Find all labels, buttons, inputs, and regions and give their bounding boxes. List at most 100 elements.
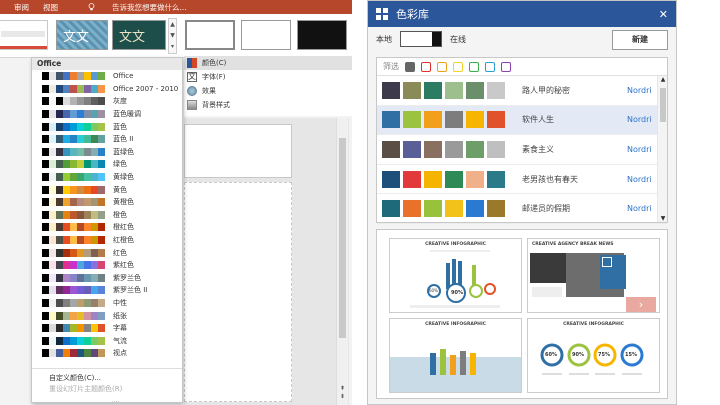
slide-placeholder[interactable] xyxy=(184,182,292,402)
filter-color-checkbox[interactable] xyxy=(453,61,463,72)
dropdown-footer: 自定义颜色(C)... 重设幻灯片主题颜色(R) .... xyxy=(32,368,182,405)
color-scheme-item[interactable]: 视点 xyxy=(32,347,182,360)
palette-cells xyxy=(382,200,505,218)
color-scheme-item[interactable]: 字幕 xyxy=(32,322,182,335)
color-scheme-item[interactable]: 中性 xyxy=(32,297,182,310)
palette-icon xyxy=(187,58,197,68)
pct-label: 90% xyxy=(451,290,463,296)
color-scheme-item[interactable]: Office xyxy=(32,70,182,83)
pct-label: 75% xyxy=(598,352,610,358)
variants-menu: 颜色(C) 文 字体(F) 效果 背景样式 xyxy=(184,56,352,116)
palette-row[interactable]: 路人甲的秘密 Nordri xyxy=(377,76,667,106)
palette-author-link[interactable]: Nordri xyxy=(627,115,652,124)
new-button[interactable]: 新建 xyxy=(612,30,668,50)
theme-thumbnail[interactable]: 文文 xyxy=(56,20,108,50)
workspace-scrollbar[interactable]: ⇞ ⇟ xyxy=(336,118,348,405)
menu-label: 字体(F) xyxy=(202,73,226,81)
menu-effects[interactable]: 效果 xyxy=(184,84,352,98)
colors-dropdown: Office Office Office 2007 - 2010 灰度 蓝色暖调 蓝色蓝… xyxy=(31,57,183,405)
color-library-panel: 色彩库 ✕ 本地 在线 新建 筛选 路人甲的秘密 Nordri 软件人生 Nordri… xyxy=(367,0,677,405)
color-scheme-name: Office xyxy=(113,72,134,81)
filter-color-checkbox[interactable] xyxy=(437,61,447,72)
tell-me-box[interactable]: 告诉我您想要做什么... xyxy=(88,2,187,13)
color-scheme-item[interactable]: 黄色 xyxy=(32,183,182,196)
color-swatches xyxy=(35,147,105,156)
palette-author-link[interactable]: Nordri xyxy=(627,175,652,184)
variant-thumbnail[interactable] xyxy=(297,20,347,50)
preview-slide[interactable]: CREATIVE INFOGRAPHIC 60% 90% xyxy=(389,238,522,313)
next-arrow-icon[interactable]: › xyxy=(626,297,656,312)
local-online-switch[interactable] xyxy=(400,31,442,47)
color-scheme-item[interactable]: 蓝色 II xyxy=(32,133,182,146)
color-scheme-item[interactable]: 纸张 xyxy=(32,309,182,322)
color-scheme-item[interactable]: 红橙色 xyxy=(32,234,182,247)
palette-row[interactable]: 邮递员的假期 Nordri xyxy=(377,194,667,224)
color-scheme-item[interactable]: 蓝绿色 xyxy=(32,146,182,159)
resize-grip[interactable]: .... xyxy=(49,395,182,405)
color-scheme-item[interactable]: 黄绿色 xyxy=(32,171,182,184)
online-label: 在线 xyxy=(450,34,466,44)
palette-row[interactable]: 老男孩也有春天 Nordri xyxy=(377,165,667,195)
color-swatches xyxy=(35,236,105,245)
filter-color-checkbox[interactable] xyxy=(469,61,479,72)
color-scheme-item[interactable]: 黄橙色 xyxy=(32,196,182,209)
menu-label: 颜色(C) xyxy=(202,59,227,67)
color-scheme-item[interactable]: 橙色 xyxy=(32,209,182,222)
dropdown-header: Office xyxy=(32,58,182,70)
slide-placeholder[interactable] xyxy=(184,124,292,178)
customize-colors-item[interactable]: 自定义颜色(C)... xyxy=(49,373,182,384)
color-scheme-item[interactable]: 红色 xyxy=(32,246,182,259)
color-scheme-item[interactable]: 橙红色 xyxy=(32,221,182,234)
color-scheme-item[interactable]: 紫红色 xyxy=(32,259,182,272)
color-swatches xyxy=(35,273,105,282)
theme-thumbnail[interactable] xyxy=(0,20,48,50)
preview-slide[interactable]: CREATIVE AGENCY BREAK NEWS › xyxy=(527,238,660,313)
source-toggle: 本地 在线 xyxy=(376,31,466,47)
palette-row[interactable]: 素食主义 Nordri xyxy=(377,135,667,165)
color-scheme-item[interactable]: 蓝色 xyxy=(32,120,182,133)
close-icon[interactable]: ✕ xyxy=(659,8,668,21)
color-scheme-item[interactable]: 紫罗兰色 xyxy=(32,272,182,285)
palette-row[interactable]: 软件人生 Nordri xyxy=(377,105,667,136)
color-scheme-name: 橙色 xyxy=(113,210,127,219)
color-scheme-item[interactable]: 蓝色暖调 xyxy=(32,108,182,121)
filter-color-checkbox[interactable] xyxy=(501,61,511,72)
color-scheme-item[interactable]: Office 2007 - 2010 xyxy=(32,83,182,96)
filter-color-checkbox[interactable] xyxy=(405,61,415,72)
filter-color-checkbox[interactable] xyxy=(485,61,495,72)
menu-fonts[interactable]: 文 字体(F) xyxy=(184,70,352,84)
lightbulb-icon xyxy=(88,3,95,11)
color-swatches xyxy=(35,324,105,333)
color-scheme-item[interactable]: 灰度 xyxy=(32,95,182,108)
palette-cells xyxy=(382,111,505,129)
menu-background[interactable]: 背景样式 xyxy=(184,98,352,112)
palette-author-link[interactable]: Nordri xyxy=(627,204,652,213)
color-scheme-name: 紫红色 xyxy=(113,261,134,270)
list-scrollbar[interactable]: ▲ ▼ xyxy=(657,76,667,222)
preview-slide[interactable]: CREATIVE INFOGRAPHIC 60% 90% 75% 15% xyxy=(527,318,660,393)
palette-author-link[interactable]: Nordri xyxy=(627,145,652,154)
reset-colors-item[interactable]: 重设幻灯片主题颜色(R) xyxy=(49,384,182,395)
palette-name: 邮递员的假期 xyxy=(522,204,570,214)
menu-colors[interactable]: 颜色(C) xyxy=(184,56,352,70)
menu-label: 背景样式 xyxy=(202,101,230,109)
color-swatches xyxy=(35,349,105,358)
color-scheme-name: 蓝色暖调 xyxy=(113,110,141,119)
color-swatches xyxy=(35,210,105,219)
variant-thumbnail[interactable] xyxy=(185,20,235,50)
filter-color-checkbox[interactable] xyxy=(421,61,431,72)
color-scheme-item[interactable]: 绿色 xyxy=(32,158,182,171)
tab-view[interactable]: 视图 xyxy=(43,2,58,13)
color-scheme-item[interactable]: 气流 xyxy=(32,334,182,347)
scheme-list-box: 筛选 路人甲的秘密 Nordri 软件人生 Nordri 素食主义 Nordri 老男孩也有… xyxy=(376,57,668,224)
color-swatches xyxy=(35,122,105,131)
gallery-scroll[interactable]: ▲ ▼ ▾ xyxy=(168,18,177,54)
palette-name: 素食主义 xyxy=(522,144,554,154)
preview-slide[interactable]: CREATIVE INFOGRAPHIC xyxy=(389,318,522,393)
theme-thumbnail[interactable]: 文文 xyxy=(112,20,166,50)
variant-thumbnail[interactable] xyxy=(241,20,291,50)
palette-author-link[interactable]: Nordri xyxy=(627,86,652,95)
tab-review[interactable]: 审阅 xyxy=(14,2,29,13)
color-scheme-item[interactable]: 紫罗兰色 II xyxy=(32,284,182,297)
filter-colors xyxy=(399,61,511,72)
